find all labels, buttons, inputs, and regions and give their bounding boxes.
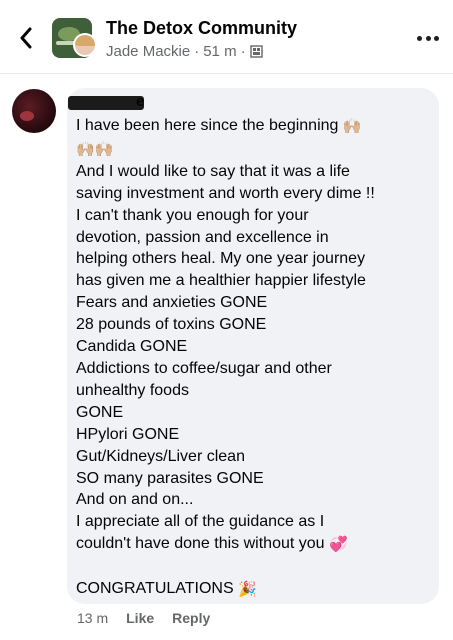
comment-text: I have been here since the beginning 🙌🏼 … xyxy=(76,115,434,601)
post-meta: Jade Mackie · 51 m · xyxy=(106,43,263,60)
raised-hands-emoji: 🙌🏼 xyxy=(342,118,362,135)
separator: · xyxy=(240,43,246,60)
comment-line: Candida GONE xyxy=(76,338,188,356)
chevron-left-icon xyxy=(20,27,32,49)
commenter-name-tail[interactable]: e xyxy=(136,93,144,110)
comment-line: has given me a healthier happier lifesty… xyxy=(76,272,366,290)
like-button[interactable]: Like xyxy=(126,610,154,626)
comment-line: HPylori GONE xyxy=(76,425,180,443)
comment-time[interactable]: 13 m xyxy=(77,610,108,626)
comment-line: And I would like to say that it was a li… xyxy=(76,162,350,180)
party-emoji: 🎉 xyxy=(238,581,257,599)
redacted-commenter-name xyxy=(68,96,144,110)
post-time[interactable]: 51 m xyxy=(203,43,236,60)
comment-line: Fears and anxieties GONE xyxy=(76,294,268,312)
comment-line: I have been here since the beginning 🙌🏼 xyxy=(76,115,434,138)
dot xyxy=(425,35,431,41)
group-icon xyxy=(249,45,263,58)
more-options-button[interactable] xyxy=(417,30,439,46)
comment-line: couldn't have done this without you 💞 xyxy=(76,533,434,556)
comment-line: SO many parasites GONE xyxy=(76,469,264,487)
comment-line: 28 pounds of toxins GONE xyxy=(76,316,267,334)
comment-line: I appreciate all of the guidance as I xyxy=(76,513,325,531)
back-button[interactable] xyxy=(14,24,38,52)
author-name[interactable]: Jade Mackie xyxy=(106,43,190,60)
separator: · xyxy=(194,43,200,60)
commenter-avatar[interactable] xyxy=(12,89,56,133)
comment-line: I can't thank you enough for your xyxy=(76,206,309,224)
comment-line: unhealthy foods xyxy=(76,381,189,399)
comment-line: And on and on... xyxy=(76,491,194,509)
comment-line: Gut/Kidneys/Liver clean xyxy=(76,447,245,465)
dot xyxy=(417,35,422,41)
comment-line: saving investment and worth every dime !… xyxy=(76,184,375,202)
comment-actions: 13 m Like Reply xyxy=(77,610,210,626)
dot xyxy=(434,35,439,41)
raised-hands-emoji: 🙌🏼 xyxy=(94,140,114,158)
heart-emoji: 💞 xyxy=(329,536,348,554)
comment-line: 🙌🏼🙌🏼 xyxy=(76,138,434,161)
reply-button[interactable]: Reply xyxy=(172,610,210,626)
group-name[interactable]: The Detox Community xyxy=(106,18,297,39)
comment-line: GONE xyxy=(76,403,124,421)
comment-line: devotion, passion and excellence in xyxy=(76,228,329,246)
author-avatar[interactable] xyxy=(73,33,97,57)
post-header: The Detox Community Jade Mackie · 51 m · xyxy=(0,0,453,74)
comment-line: Addictions to coffee/sugar and other xyxy=(76,359,332,377)
raised-hands-emoji: 🙌🏼 xyxy=(76,140,95,158)
comment-line: CONGRATULATIONS 🎉 xyxy=(76,578,434,601)
comment-line: helping others heal. My one year journey xyxy=(76,250,366,268)
